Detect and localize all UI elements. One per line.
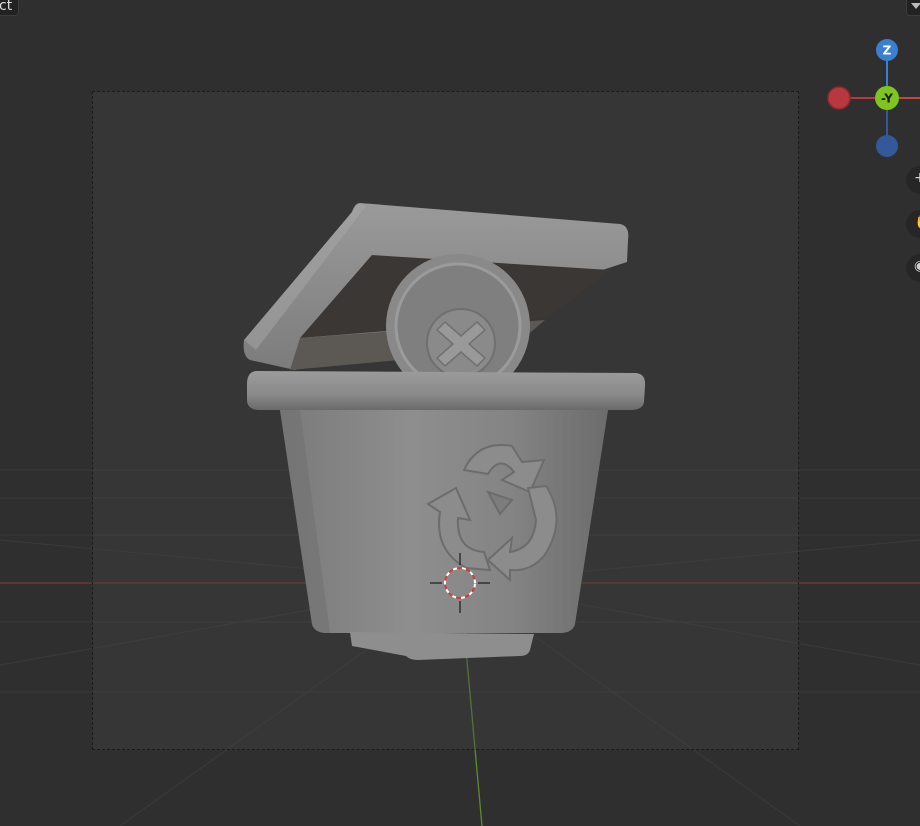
- gizmo-z-label: Z: [883, 44, 892, 58]
- chevron-down-icon: [911, 3, 920, 9]
- gizmo-y-label: -Y: [881, 92, 893, 106]
- gizmo-neg-x-axis: [827, 86, 851, 110]
- bin-rim: [247, 371, 646, 410]
- 3d-viewport[interactable]: ct Z -Y + ✋ ◉: [0, 0, 920, 826]
- gizmo-neg-z-axis: [876, 135, 898, 157]
- mode-label: ct: [0, 0, 13, 14]
- zoom-icon: +: [914, 170, 920, 186]
- navigation-gizmo[interactable]: Z -Y: [820, 30, 920, 170]
- bin-base: [350, 632, 534, 660]
- viewport-options-dropdown[interactable]: [906, 0, 920, 16]
- camera-icon: ◉: [914, 258, 920, 274]
- mode-selector[interactable]: ct: [0, 0, 20, 16]
- recycle-bin-model[interactable]: [0, 0, 920, 826]
- pan-icon: ✋: [914, 214, 920, 230]
